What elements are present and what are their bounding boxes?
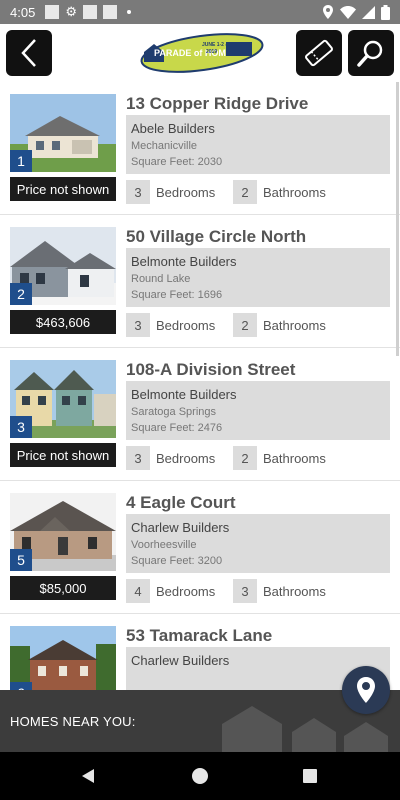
bathrooms-label: Bathrooms [263,450,326,466]
listing-card[interactable]: 3 Price not shown 108-A Division Street … [0,348,400,481]
listing-number-badge: 1 [10,150,32,172]
logo-text: PARADE of HOMES [154,48,238,58]
chevron-left-icon [21,39,36,67]
bathrooms-stat: 2 Bathrooms [233,446,326,470]
notification-icon-2 [82,5,97,19]
app-header: PARADE of HOMES JUNE 1-2 & 8-9 2019 [0,24,400,82]
listing-card[interactable]: 5 $85,000 4 Eagle Court Charlew Builders… [0,481,400,614]
house-photo: 2 [10,227,116,305]
bedrooms-stat: 3 Bedrooms [126,446,215,470]
square-feet: Square Feet: 1696 [131,289,223,301]
map-pin-icon [357,677,375,703]
map-button[interactable] [342,666,390,714]
bathrooms-label: Bathrooms [263,317,326,333]
bedrooms-label: Bedrooms [156,450,216,466]
bedrooms-stat: 3 Bedrooms [126,313,215,337]
builder-name: Belmonte Builders [131,254,237,269]
android-nav-bar [0,752,400,800]
listing-card[interactable]: 6 53 Tamarack Lane Charlew Builders [0,614,400,690]
builder-info-box: Abele Builders Mechanicville Square Feet… [126,115,390,174]
house-photo: 5 [10,493,116,571]
listing-address: 50 Village Circle North [126,227,307,246]
listing-address: 53 Tamarack Lane [126,626,273,645]
bathrooms-label: Bathrooms [263,583,326,599]
nav-recents-icon[interactable] [303,769,317,783]
listing-number-badge: 6 [10,682,32,690]
ticket-icon [305,39,333,67]
house-photo: 6 [10,626,116,690]
bathrooms-label: Bathrooms [263,184,326,200]
scrollbar[interactable] [396,82,399,356]
builder-info-box: Belmonte Builders Saratoga Springs Squar… [126,381,390,440]
price-label: Price not shown [10,443,116,467]
bathrooms-count: 2 [233,446,257,470]
notification-icon [45,5,60,19]
nav-home-icon[interactable] [192,768,208,784]
square-feet: Square Feet: 2476 [131,422,223,434]
listing-city: Saratoga Springs [131,406,216,418]
house-photo: 3 [10,360,116,438]
listing-address: 13 Copper Ridge Drive [126,94,309,113]
builder-name: Abele Builders [131,121,215,136]
wifi-icon [340,5,356,19]
bathrooms-stat: 2 Bathrooms [233,313,326,337]
builder-name: Belmonte Builders [131,387,237,402]
back-button[interactable] [6,30,52,76]
listing-number-badge: 2 [10,283,32,305]
listings-list[interactable]: 1 Price not shown 13 Copper Ridge Drive … [0,82,400,690]
bedrooms-count: 3 [126,446,150,470]
listing-city: Mechanicville [131,140,198,152]
search-button[interactable] [348,30,394,76]
bathrooms-count: 2 [233,313,257,337]
battery-icon [381,4,390,20]
builder-info-box: Belmonte Builders Round Lake Square Feet… [126,248,390,307]
homes-near-you-label: HOMES NEAR YOU: [10,714,136,729]
bedrooms-label: Bedrooms [156,184,216,200]
bathrooms-stat: 3 Bathrooms [233,579,326,603]
builder-info-box: Charlew Builders Voorheesville Square Fe… [126,514,390,573]
listing-address: 4 Eagle Court [126,493,236,512]
listing-number-badge: 3 [10,416,32,438]
search-icon [357,40,383,67]
listing-city: Round Lake [131,273,191,285]
logo-year: 2019 [206,49,217,55]
price-label: $85,000 [10,576,116,600]
bedrooms-label: Bedrooms [156,583,216,599]
listing-address: 108-A Division Street [126,360,296,379]
status-time: 4:05 [10,4,36,20]
listing-card[interactable]: 2 $463,606 50 Village Circle North Belmo… [0,215,400,348]
house-photo: 1 [10,94,116,172]
square-feet: Square Feet: 3200 [131,555,223,567]
signal-icon [362,5,375,19]
square-feet: Square Feet: 2030 [131,156,223,168]
parade-of-homes-logo: PARADE of HOMES JUNE 1-2 & 8-9 2019 [140,33,264,73]
tickets-button[interactable] [296,30,342,76]
listing-number-badge: 5 [10,549,32,571]
bedrooms-label: Bedrooms [156,317,216,333]
homes-near-you-bar[interactable]: HOMES NEAR YOU: [0,690,400,752]
bathrooms-count: 3 [233,579,257,603]
settings-gear-icon: ⚙ [65,4,77,19]
more-notifications-icon [126,10,131,14]
notification-icon-3 [102,5,117,19]
bedrooms-count: 4 [126,579,150,603]
price-label: Price not shown [10,177,116,201]
location-icon [323,5,333,19]
bathrooms-stat: 2 Bathrooms [233,180,326,204]
bedrooms-count: 3 [126,180,150,204]
price-label: $463,606 [10,310,116,334]
listing-card[interactable]: 1 Price not shown 13 Copper Ridge Drive … [0,82,400,215]
listing-city: Voorheesville [131,539,197,551]
bedrooms-stat: 3 Bedrooms [126,180,215,204]
bedrooms-stat: 4 Bedrooms [126,579,215,603]
nav-back-icon[interactable] [80,768,96,784]
builder-name: Charlew Builders [131,520,230,535]
bathrooms-count: 2 [233,180,257,204]
bedrooms-count: 3 [126,313,150,337]
builder-name: Charlew Builders [131,653,230,668]
sponsor-badge [226,42,252,56]
status-bar: 4:05 ⚙ [0,0,400,24]
